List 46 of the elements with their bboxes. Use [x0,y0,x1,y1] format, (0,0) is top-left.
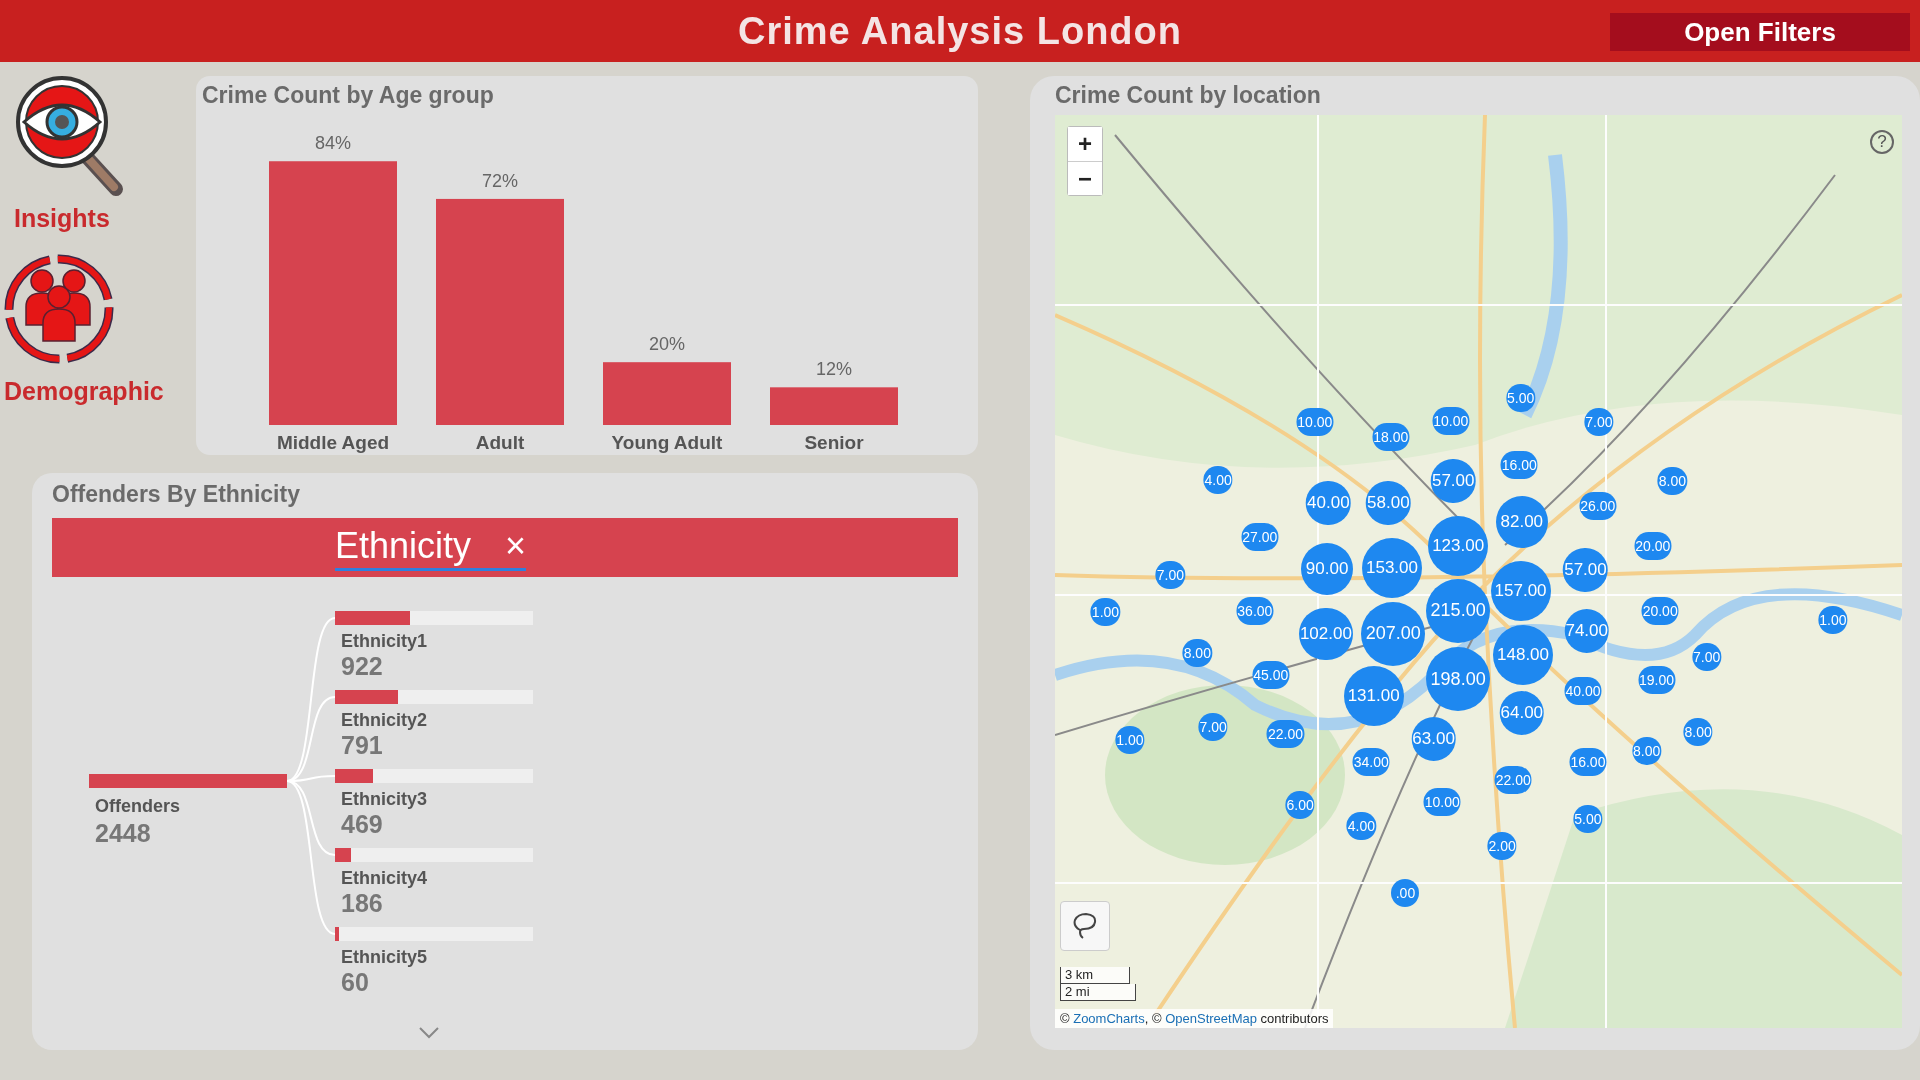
bar-track[interactable] [335,690,533,704]
attribution-text: © ZoomCharts, © OpenStreetMap contributors [1055,1009,1334,1028]
category-label: Middle Aged [276,432,390,453]
dashboard-title: Crime Analysis London [738,9,1182,53]
category-label: Young Adult [611,432,723,453]
node-value: 186 [341,889,384,918]
nav-button[interactable]: Demographic [0,247,186,406]
node-label: Ethnicity3 [341,789,429,810]
people-group-icon [4,254,114,364]
value-label: 20% [649,334,685,355]
value-label: 84% [315,133,351,154]
help-button[interactable]: ? [1870,130,1894,154]
node-value: 60 [341,968,370,997]
category-label: Adult [475,432,525,453]
node-value: 2448 [95,819,152,848]
node-label: Ethnicity4 [341,868,429,889]
node-label: Ethnicity1 [341,631,429,652]
node-value: 791 [341,731,384,760]
bar-track[interactable] [335,611,533,625]
node-value: 922 [341,652,384,681]
node-label: Offenders [95,796,182,817]
close-button[interactable]: × [505,524,527,568]
attribution-link[interactable]: OpenStreetMap [1165,1011,1257,1026]
value-label: 72% [482,170,518,191]
category-label: Senior [804,432,864,453]
scale-label: 3 km [1060,967,1130,984]
value-label: 12% [816,359,852,380]
bar-track[interactable] [335,769,533,783]
bar-track[interactable] [335,848,533,862]
panel-title: Crime Count by location [1055,82,1322,109]
nav-button[interactable]: Insights [0,74,186,233]
lasso-button[interactable] [1060,901,1110,951]
chevron-down-icon[interactable] [419,1027,439,1039]
panel-title: Offenders By Ethnicity [52,481,301,508]
magnifier-eye-icon [16,76,123,196]
filter-label[interactable]: Ethnicity [335,524,472,568]
lasso-icon [1073,913,1097,939]
bar-track[interactable] [335,927,533,941]
node-label: Ethnicity5 [341,947,429,968]
zoom-out-button[interactable]: − [1068,161,1102,195]
node-value: 469 [341,810,384,839]
scale-label: 2 mi [1060,984,1136,1001]
attribution-link[interactable]: ZoomCharts [1073,1011,1145,1026]
panel-title: Crime Count by Age group [202,82,495,109]
open-filters-button[interactable]: Open Filters [1610,13,1910,51]
node-label: Ethnicity2 [341,710,429,731]
